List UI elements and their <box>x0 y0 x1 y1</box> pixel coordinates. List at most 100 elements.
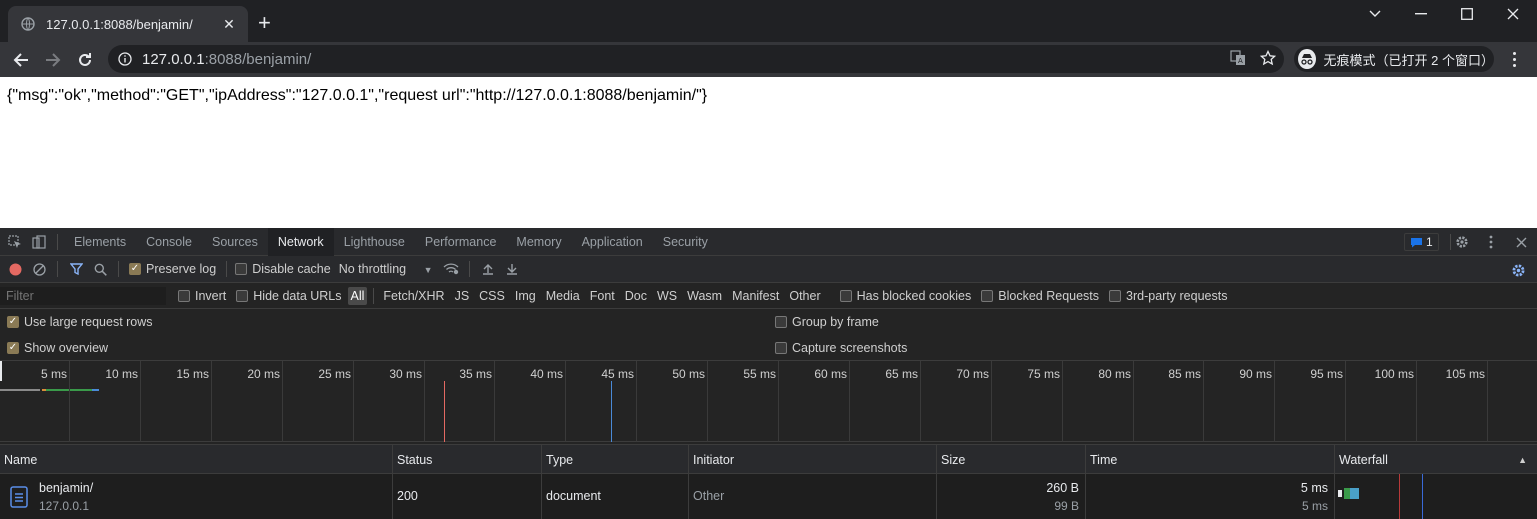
column-initiator[interactable]: Initiator <box>689 445 937 475</box>
browser-tab[interactable]: 127.0.0.1:8088/benjamin/ ✕ <box>8 6 248 42</box>
overview-gridline <box>1133 361 1134 442</box>
settings-gear-icon[interactable] <box>1450 228 1474 256</box>
table-row[interactable]: benjamin/ 127.0.0.1 200 document Other 2… <box>0 474 1537 519</box>
column-size[interactable]: Size <box>937 445 1086 475</box>
tab-security[interactable]: Security <box>653 228 718 256</box>
type-filter-all[interactable]: All <box>347 286 368 305</box>
incognito-label: 无痕模式（已打开 2 个窗口） <box>1323 52 1494 68</box>
type-filter-media[interactable]: Media <box>543 287 583 305</box>
devtools-menu-icon[interactable] <box>1479 228 1503 256</box>
throttling-select[interactable]: No throttling ▼ <box>339 262 433 276</box>
tab-lighthouse[interactable]: Lighthouse <box>334 228 415 256</box>
type-filter-font[interactable]: Font <box>587 287 618 305</box>
json-response-text: {"msg":"ok","method":"GET","ipAddress":"… <box>7 87 708 104</box>
tab-elements[interactable]: Elements <box>64 228 136 256</box>
waterfall-queue-bar <box>1338 490 1342 497</box>
inspect-element-icon[interactable] <box>3 228 27 256</box>
checkbox-box <box>235 263 248 275</box>
type-filter-ws[interactable]: WS <box>654 287 680 305</box>
import-har-icon[interactable] <box>476 255 500 283</box>
tab-memory[interactable]: Memory <box>506 228 571 256</box>
column-time[interactable]: Time <box>1086 445 1335 475</box>
tab-network[interactable]: Network <box>267 227 334 256</box>
minimize-icon[interactable] <box>1406 6 1436 22</box>
type-filter-other[interactable]: Other <box>786 287 823 305</box>
overview-gridline <box>1416 361 1417 442</box>
hide-data-urls-checkbox[interactable]: Hide data URLs <box>236 289 342 303</box>
disable-cache-checkbox[interactable]: Disable cache <box>235 262 331 276</box>
issues-badge[interactable]: 1 <box>1404 233 1439 251</box>
cell-type: document <box>542 474 689 519</box>
type-filter-wasm[interactable]: Wasm <box>684 287 725 305</box>
column-waterfall[interactable]: Waterfall ▲ <box>1335 445 1537 475</box>
type-filter-js[interactable]: JS <box>452 287 473 305</box>
overview-gridline <box>1345 361 1346 442</box>
cell-name: benjamin/ 127.0.0.1 <box>0 474 393 519</box>
close-window-icon[interactable] <box>1498 6 1528 22</box>
type-filter-fetch-xhr[interactable]: Fetch/XHR <box>380 287 447 305</box>
checkbox-box <box>236 289 249 302</box>
translate-icon[interactable]: A <box>1230 50 1246 71</box>
tab-sources[interactable]: Sources <box>202 228 268 256</box>
large-rows-checkbox[interactable]: Use large request rows <box>7 315 153 329</box>
type-filter-img[interactable]: Img <box>512 287 539 305</box>
third-party-requests-checkbox[interactable]: 3rd-party requests <box>1109 289 1227 303</box>
tab-application[interactable]: Application <box>572 228 653 256</box>
show-overview-checkbox[interactable]: Show overview <box>7 341 108 355</box>
overview-left-handle[interactable] <box>0 361 2 381</box>
type-filter-manifest[interactable]: Manifest <box>729 287 782 305</box>
group-by-frame-checkbox[interactable]: Group by frame <box>775 315 879 329</box>
overview-timeline[interactable]: 5 ms 10 ms 15 ms 20 ms 25 ms 30 ms 35 ms 40 ms 4… <box>0 361 1537 442</box>
filter-icon[interactable] <box>64 255 88 283</box>
site-info-icon[interactable] <box>108 52 142 66</box>
close-devtools-icon[interactable] <box>1509 228 1533 256</box>
show-overview-label: Show overview <box>24 341 109 355</box>
incognito-indicator[interactable]: 无痕模式（已打开 2 个窗口） <box>1294 46 1494 72</box>
close-tab-icon[interactable]: ✕ <box>220 16 238 33</box>
overview-tick-label: 40 ms <box>530 367 563 381</box>
maximize-icon[interactable] <box>1452 6 1482 22</box>
preserve-log-checkbox[interactable]: Preserve log <box>129 262 216 276</box>
overview-tick-label: 35 ms <box>459 367 492 381</box>
record-icon[interactable] <box>3 255 27 283</box>
third-party-requests-label: 3rd-party requests <box>1126 288 1228 303</box>
blocked-requests-checkbox[interactable]: Blocked Requests <box>981 289 1099 303</box>
capture-screenshots-checkbox[interactable]: Capture screenshots <box>775 341 907 355</box>
overview-gridline <box>211 361 212 442</box>
page-content: {"msg":"ok","method":"GET","ipAddress":"… <box>0 77 1537 228</box>
checkbox-box <box>839 289 852 302</box>
type-filter-doc[interactable]: Doc <box>622 287 650 305</box>
incognito-icon <box>1298 49 1316 69</box>
column-name[interactable]: Name <box>0 445 393 475</box>
invert-checkbox[interactable]: Invert <box>178 289 226 303</box>
network-conditions-icon[interactable] <box>439 255 463 283</box>
has-blocked-cookies-checkbox[interactable]: Has blocked cookies <box>839 288 972 303</box>
overview-tick-label: 20 ms <box>247 367 280 381</box>
reload-icon[interactable] <box>71 46 99 74</box>
request-name[interactable]: benjamin/ <box>39 481 93 495</box>
export-har-icon[interactable] <box>500 255 524 283</box>
clear-icon[interactable] <box>27 255 51 283</box>
tab-performance[interactable]: Performance <box>415 228 507 256</box>
overview-tick-label: 15 ms <box>176 367 209 381</box>
new-tab-button[interactable]: + <box>258 12 271 34</box>
column-type[interactable]: Type <box>542 445 689 475</box>
filter-input[interactable] <box>0 286 166 305</box>
has-blocked-cookies-label: Has blocked cookies <box>856 288 972 303</box>
network-settings-gear-icon[interactable] <box>1506 256 1530 284</box>
forward-icon[interactable] <box>39 46 67 74</box>
bookmark-star-icon[interactable] <box>1259 49 1277 71</box>
overview-gridline <box>849 361 850 442</box>
tab-search-icon[interactable] <box>1360 6 1390 22</box>
column-status[interactable]: Status <box>393 445 542 475</box>
search-icon[interactable] <box>88 255 112 283</box>
browser-menu-icon[interactable] <box>1505 48 1523 70</box>
device-toolbar-icon[interactable] <box>27 228 51 256</box>
tab-console[interactable]: Console <box>136 228 202 256</box>
message-icon <box>1411 237 1422 247</box>
waterfall-load-line <box>1422 474 1423 519</box>
back-icon[interactable] <box>7 46 35 74</box>
type-filter-css[interactable]: CSS <box>476 287 508 305</box>
address-bar[interactable]: 127.0.0.1:8088/benjamin/ A <box>108 45 1284 73</box>
overview-tick-label: 70 ms <box>956 367 989 381</box>
